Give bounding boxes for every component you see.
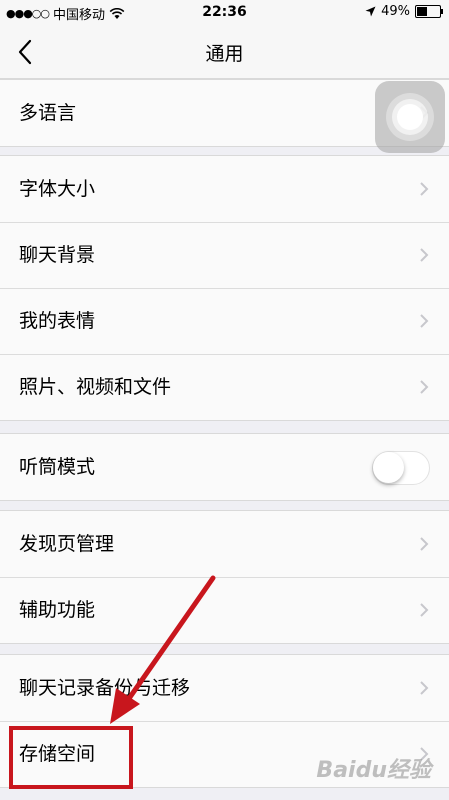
battery-icon xyxy=(415,5,443,18)
settings-row-earpiece-mode: 听筒模式 xyxy=(0,434,449,500)
settings-group-display: 字体大小 聊天背景 我的表情 照片、视频和文件 xyxy=(0,155,449,421)
row-label: 听筒模式 xyxy=(19,456,96,478)
row-label: 我的表情 xyxy=(19,310,96,332)
row-label: 字体大小 xyxy=(19,178,96,200)
earpiece-mode-toggle[interactable] xyxy=(372,451,430,485)
chevron-right-icon xyxy=(420,603,429,617)
navigation-bar: 通用 xyxy=(0,26,449,79)
settings-group-discover: 发现页管理 辅助功能 xyxy=(0,510,449,644)
page-title: 通用 xyxy=(205,43,244,65)
row-label: 发现页管理 xyxy=(19,533,115,555)
settings-group-earpiece: 听筒模式 xyxy=(0,433,449,501)
annotation-highlight-box xyxy=(9,726,133,789)
chevron-right-icon xyxy=(420,182,429,196)
settings-row-discover-management[interactable]: 发现页管理 xyxy=(0,511,449,577)
settings-row-font-size[interactable]: 字体大小 xyxy=(0,156,449,222)
chevron-right-icon xyxy=(420,537,429,551)
row-label: 照片、视频和文件 xyxy=(19,376,172,398)
settings-row-chat-background[interactable]: 聊天背景 xyxy=(0,222,449,288)
battery-percent: 49% xyxy=(381,4,410,19)
row-label: 聊天记录备份与迁移 xyxy=(19,677,191,699)
location-arrow-icon xyxy=(365,6,376,17)
assistive-touch-button[interactable] xyxy=(375,81,445,153)
row-label: 辅助功能 xyxy=(19,599,96,621)
settings-row-photos-videos-files[interactable]: 照片、视频和文件 xyxy=(0,354,449,420)
battery-fill xyxy=(417,7,427,16)
status-bar: ●●●○○ 中国移动 22:36 49% xyxy=(0,0,449,26)
settings-row-my-stickers[interactable]: 我的表情 xyxy=(0,288,449,354)
chevron-right-icon xyxy=(420,248,429,262)
chevron-right-icon xyxy=(420,681,429,695)
settings-row-chat-backup-migration[interactable]: 聊天记录备份与迁移 xyxy=(0,655,449,721)
chevron-right-icon xyxy=(420,380,429,394)
chevron-right-icon xyxy=(420,314,429,328)
settings-row-accessibility[interactable]: 辅助功能 xyxy=(0,577,449,643)
row-label: 多语言 xyxy=(19,102,77,124)
watermark: Baidu经验 xyxy=(316,758,431,783)
toggle-knob xyxy=(373,452,404,483)
assistive-ring-inner xyxy=(397,104,423,130)
row-label: 聊天背景 xyxy=(19,244,96,266)
